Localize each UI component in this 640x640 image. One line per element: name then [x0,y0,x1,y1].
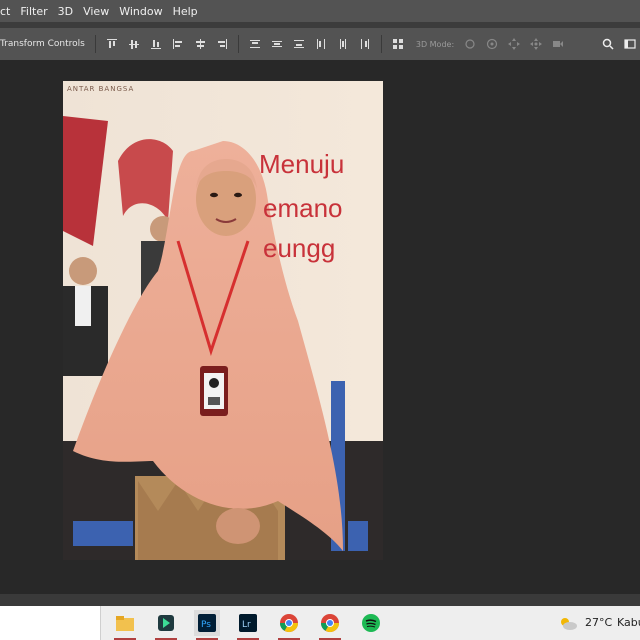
distribute-bottom-icon[interactable] [293,38,305,50]
align-hcenter-icon[interactable] [194,38,206,50]
chrome-icon-2[interactable] [317,610,343,640]
distribute-left-icon[interactable] [315,38,327,50]
3d-pan-icon[interactable] [508,38,521,50]
align-top-icon[interactable] [106,38,118,50]
image-canvas[interactable]: ANTAR BANGSA Menuju emano eungg [63,81,383,560]
divider [94,35,96,53]
banner-line-1: Menuju [259,149,345,179]
distribute-right-icon[interactable] [359,38,371,50]
weather-icon[interactable] [556,610,580,636]
spotify-icon[interactable] [358,610,384,636]
3d-slide-icon[interactable] [530,38,543,50]
menu-bar: ct Filter 3D View Window Help [0,0,640,22]
menu-item-view[interactable]: View [83,5,109,18]
menu-item-help[interactable]: Help [173,5,198,18]
options-bar: Transform Controls 3D Mode: [0,28,640,60]
menu-item-select[interactable]: ct [0,5,10,18]
svg-text:Lr: Lr [242,620,251,630]
divider [237,35,239,53]
distribute-vcenter-icon[interactable] [271,38,283,50]
align-vcenter-icon[interactable] [128,38,140,50]
weather-location[interactable]: Kabu [617,616,640,629]
distribute-hcenter-icon[interactable] [337,38,349,50]
banner-line-3: eungg [263,233,336,263]
search-icon[interactable] [602,38,614,50]
distribute-top-icon[interactable] [249,38,261,50]
app-icon-green[interactable] [153,610,179,640]
3d-roll-icon[interactable] [486,38,498,50]
menu-item-3d[interactable]: 3D [58,5,73,18]
weather-temperature[interactable]: 27°C [585,616,612,629]
align-right-icon[interactable] [216,38,228,50]
menu-item-window[interactable]: Window [119,5,162,18]
taskbar-search-box[interactable] [0,606,101,640]
divider [380,35,382,53]
svg-text:Ps: Ps [201,620,211,630]
transform-controls-label[interactable]: Transform Controls [0,39,85,49]
3d-mode-label: 3D Mode: [415,39,455,49]
photoshop-icon[interactable]: Ps [194,610,220,640]
workspace-icon[interactable] [624,38,636,50]
align-left-icon[interactable] [172,38,184,50]
taskbar: Ps Lr 27°C Kabu [0,606,640,640]
banner-line-2: emano [263,193,343,223]
3d-scale-icon[interactable] [552,38,564,50]
3d-rotate-icon[interactable] [464,38,476,50]
lightroom-icon[interactable]: Lr [235,610,261,640]
chrome-icon[interactable] [276,610,302,640]
banner-top-text: ANTAR BANGSA [67,85,135,93]
horizontal-scrollbar[interactable] [0,594,640,606]
auto-align-icon[interactable] [392,38,404,50]
menu-item-filter[interactable]: Filter [20,5,47,18]
file-explorer-icon[interactable] [112,610,138,640]
align-bottom-icon[interactable] [150,38,162,50]
